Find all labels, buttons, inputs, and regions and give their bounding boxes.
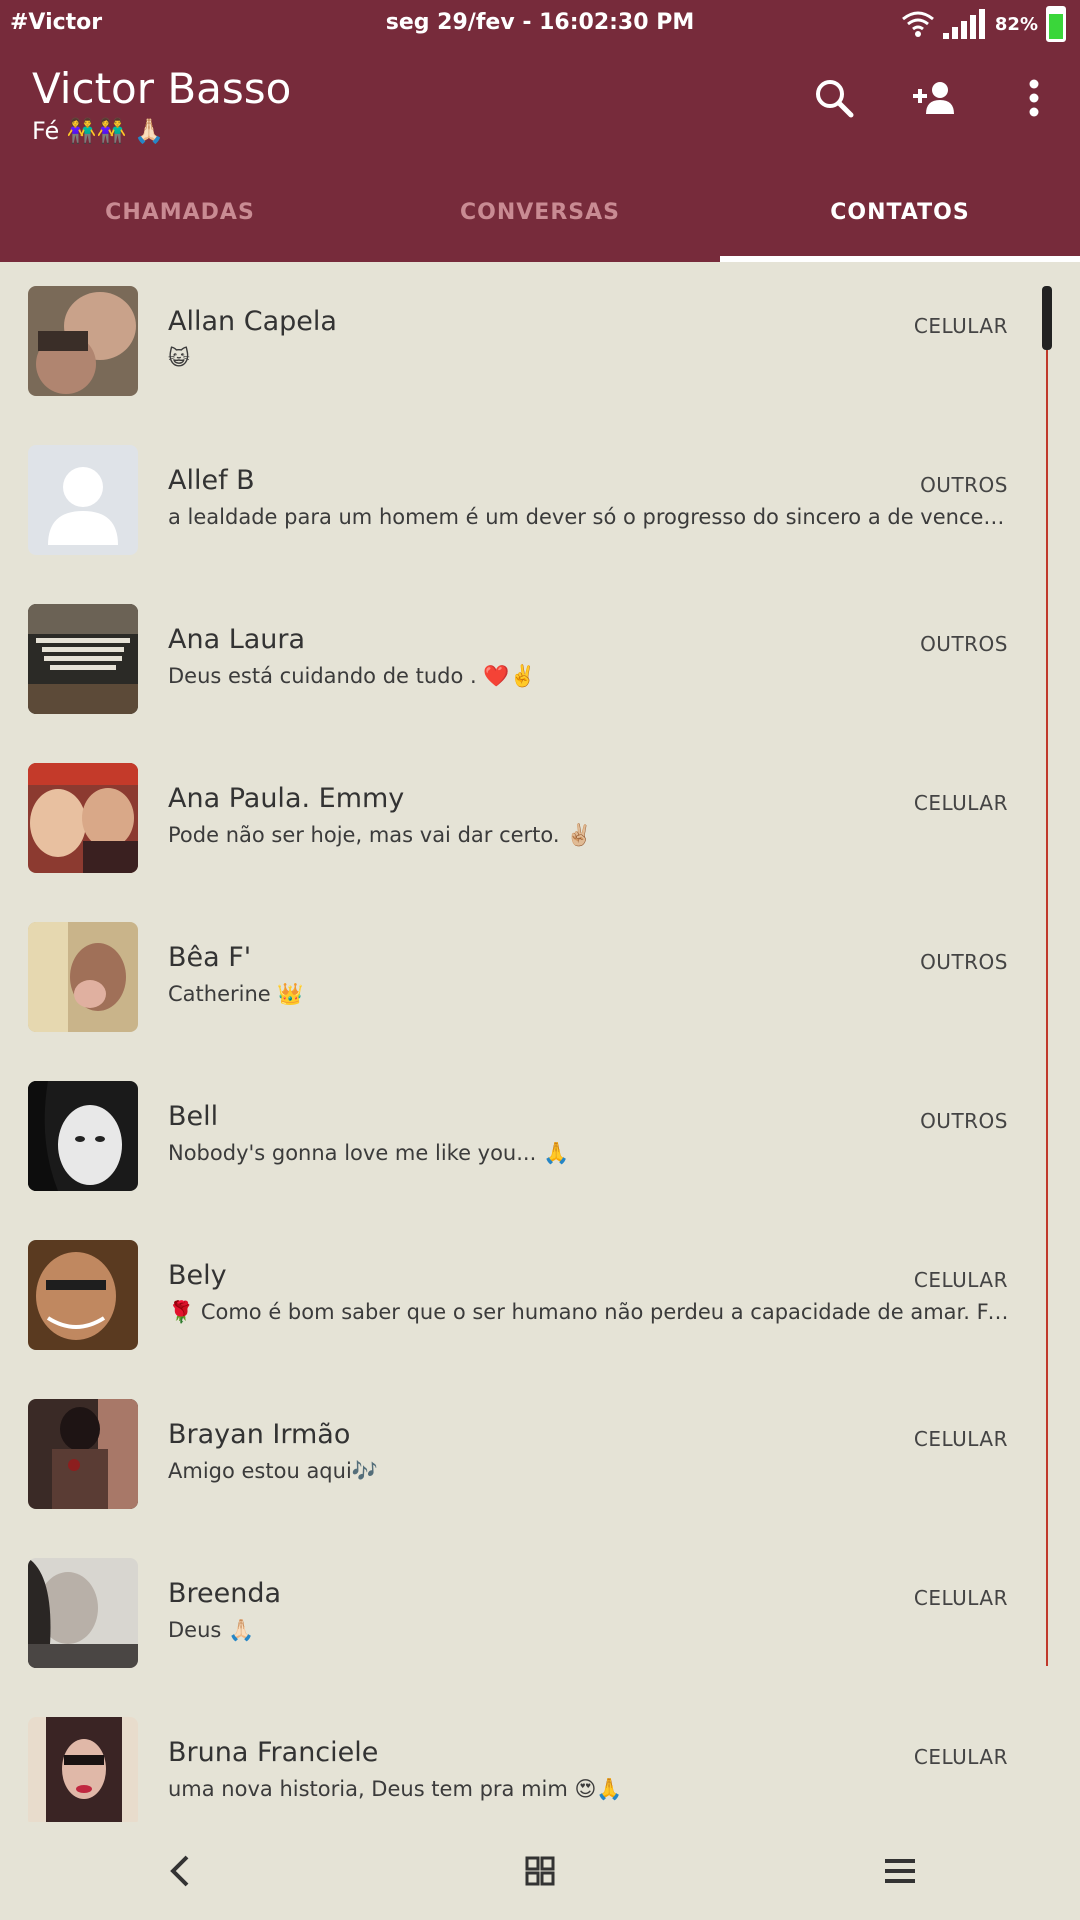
tab-contatos[interactable]: CONTATOS xyxy=(720,162,1080,262)
contact-type: CELULAR xyxy=(913,1427,1008,1451)
contact-row[interactable]: Ana Paula. Emmy Pode não ser hoje, mas v… xyxy=(0,739,1080,898)
contact-name: Ana Paula. Emmy xyxy=(168,783,405,814)
add-contact-icon xyxy=(913,82,954,114)
battery-percent: 82% xyxy=(994,13,1038,35)
avatar xyxy=(28,445,138,555)
page-subtitle: Fé 👫👫 🙏🏻 xyxy=(32,117,165,145)
avatar xyxy=(28,1558,138,1668)
menu-icon xyxy=(885,1859,915,1883)
wifi-icon xyxy=(901,11,934,37)
contact-type: CELULAR xyxy=(913,1268,1008,1292)
contact-name: Bell xyxy=(168,1101,219,1132)
tab-conversas[interactable]: CONVERSAS xyxy=(360,162,720,262)
home-button[interactable] xyxy=(360,1822,720,1920)
contact-row[interactable]: Bêa F' Catherine 👑 OUTROS xyxy=(0,898,1080,1057)
tab-bar: CHAMADAS CONVERSAS CONTATOS xyxy=(0,162,1080,262)
contact-status: Deus 🙏🏻 xyxy=(168,1618,255,1642)
more-vert-icon xyxy=(1029,79,1039,117)
contact-name: Allef B xyxy=(168,465,255,496)
avatar xyxy=(28,763,138,873)
contact-type: CELULAR xyxy=(913,1745,1008,1769)
contact-status: uma nova historia, Deus tem pra mim 😍🙏 xyxy=(168,1777,623,1801)
status-indicators: 82% xyxy=(901,6,1066,42)
contact-status: Amigo estou aqui🎶 xyxy=(168,1459,378,1483)
header-actions xyxy=(808,72,1060,124)
contact-name: Allan Capela xyxy=(168,306,337,337)
avatar xyxy=(28,922,138,1032)
signal-icon xyxy=(942,9,985,39)
add-contact-button[interactable] xyxy=(908,72,960,124)
contact-type: CELULAR xyxy=(913,1586,1008,1610)
tab-chamadas[interactable]: CHAMADAS xyxy=(0,162,360,262)
status-bar: #Victor seg 29/fev - 16:02:30 PM 82% xyxy=(0,0,1080,48)
contact-status: Deus está cuidando de tudo . ❤️✌️ xyxy=(168,664,536,688)
page-title: Victor Basso xyxy=(32,64,292,113)
contact-name: Brayan Irmão xyxy=(168,1419,351,1450)
back-icon xyxy=(170,1855,189,1887)
search-icon xyxy=(816,80,854,118)
contact-type: OUTROS xyxy=(920,1109,1008,1133)
search-button[interactable] xyxy=(808,72,860,124)
more-options-button[interactable] xyxy=(1008,72,1060,124)
contact-name: Breenda xyxy=(168,1578,282,1609)
back-button[interactable] xyxy=(0,1822,360,1920)
contact-name: Bêa F' xyxy=(168,942,252,973)
contact-row[interactable]: Bely 🌹 Como é bom saber que o ser humano… xyxy=(0,1216,1080,1375)
battery-icon xyxy=(1046,6,1066,42)
contact-row[interactable]: Ana Laura Deus está cuidando de tudo . ❤… xyxy=(0,580,1080,739)
contact-type: CELULAR xyxy=(913,314,1008,338)
scrollbar-thumb[interactable] xyxy=(1042,286,1052,350)
header-title-block: Victor Basso Fé 👫👫 🙏🏻 xyxy=(32,64,291,145)
contact-name: Bely xyxy=(168,1260,227,1291)
avatar xyxy=(28,1717,138,1822)
contact-status: 😺 xyxy=(168,346,190,370)
app-bar: #Victor seg 29/fev - 16:02:30 PM 82% Vic… xyxy=(0,0,1080,262)
contact-status: Nobody's gonna love me like you... 🙏 xyxy=(168,1141,570,1165)
contact-type: OUTROS xyxy=(920,950,1008,974)
contact-row[interactable]: Allan Capela 😺 CELULAR xyxy=(0,262,1080,421)
contact-status: Pode não ser hoje, mas vai dar certo. ✌🏼 xyxy=(168,823,593,847)
contact-type: OUTROS xyxy=(920,473,1008,497)
scrollbar-track xyxy=(1046,290,1048,1666)
contact-type: OUTROS xyxy=(920,632,1008,656)
contact-row[interactable]: Breenda Deus 🙏🏻 CELULAR xyxy=(0,1534,1080,1693)
home-grid-icon xyxy=(525,1856,555,1886)
menu-button[interactable] xyxy=(720,1822,1080,1920)
default-avatar-icon xyxy=(28,445,138,555)
avatar xyxy=(28,604,138,714)
contact-row[interactable]: Brayan Irmão Amigo estou aqui🎶 CELULAR xyxy=(0,1375,1080,1534)
contact-name: Bruna Franciele xyxy=(168,1737,379,1768)
contact-row[interactable]: Bell Nobody's gonna love me like you... … xyxy=(0,1057,1080,1216)
contact-type: CELULAR xyxy=(913,791,1008,815)
contact-status: Catherine 👑 xyxy=(168,982,304,1006)
system-nav-bar xyxy=(0,1822,1080,1920)
avatar xyxy=(28,1399,138,1509)
contact-row[interactable]: Allef B a lealdade para um homem é um de… xyxy=(0,421,1080,580)
contact-list: Allan Capela 😺 CELULAR Allef B a lealdad… xyxy=(0,262,1080,1822)
screen: #Victor seg 29/fev - 16:02:30 PM 82% Vic… xyxy=(0,0,1080,1920)
avatar xyxy=(28,1081,138,1191)
contact-status: a lealdade para um homem é um dever só o… xyxy=(168,505,1010,529)
contact-row[interactable]: Bruna Franciele uma nova historia, Deus … xyxy=(0,1693,1080,1822)
avatar xyxy=(28,286,138,396)
contact-name: Ana Laura xyxy=(168,624,306,655)
avatar xyxy=(28,1240,138,1350)
contact-status: 🌹 Como é bom saber que o ser humano não … xyxy=(168,1300,1010,1324)
